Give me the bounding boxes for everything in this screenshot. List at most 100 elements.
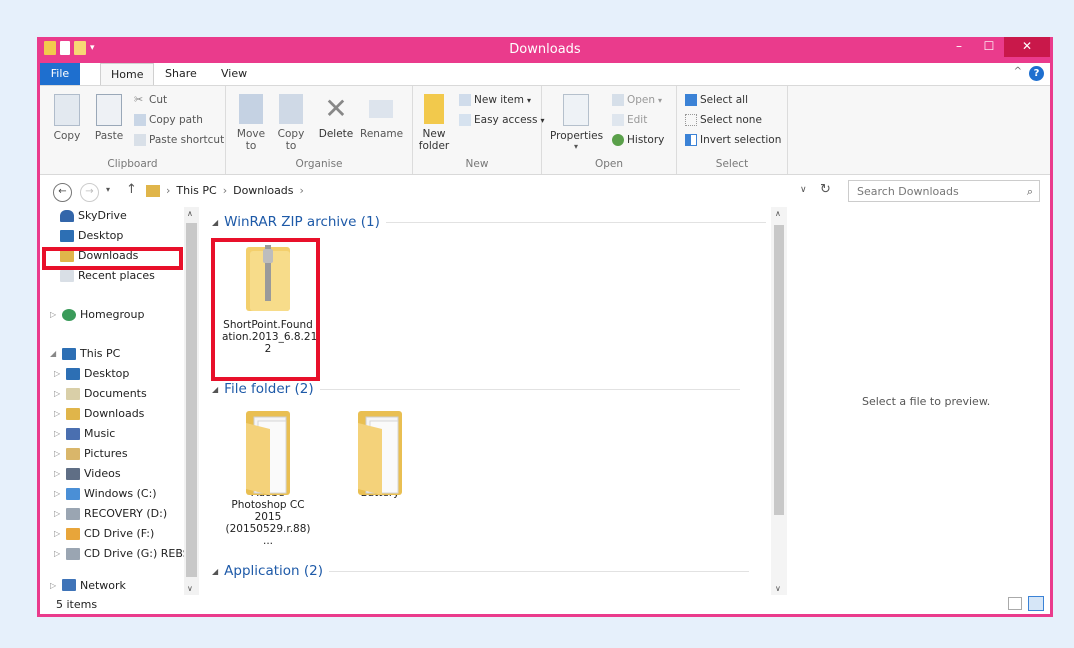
rename-button[interactable]: Rename [360, 94, 403, 140]
properties-button[interactable]: Properties ▾ [550, 94, 603, 151]
collapse-ribbon-icon[interactable]: ^ [1014, 66, 1022, 77]
group-title: File folder (2) [224, 381, 314, 397]
nav-pc-item[interactable]: ▷ CD Drive (F:) [54, 527, 154, 540]
folder-item-photoshop[interactable]: Adobe Photoshop CC 2015 (20150529.r.88) … [222, 407, 314, 547]
content-scroll-thumb[interactable] [774, 225, 784, 515]
drive-folder-icon [66, 447, 80, 460]
folder-item-battery[interactable]: Battery [334, 407, 426, 499]
nav-this-pc[interactable]: ◢ This PC [50, 347, 120, 360]
back-button[interactable]: ← [53, 183, 72, 202]
nav-homegroup[interactable]: ▷ Homegroup [50, 308, 144, 321]
group-header-folder[interactable]: ◢ File folder (2) [212, 381, 740, 397]
group-header-application[interactable]: ◢ Application (2) [212, 563, 750, 579]
nav-pc-item[interactable]: ▷ Windows (C:) [54, 487, 157, 500]
expand-arrow-icon[interactable]: ▷ [54, 549, 62, 558]
close-button[interactable]: ✕ [1004, 37, 1050, 57]
copy-icon [54, 94, 80, 126]
forward-button[interactable]: → [80, 183, 99, 202]
expand-arrow-icon[interactable]: ▷ [50, 581, 58, 590]
easy-access-button[interactable]: Easy access ▾ [459, 114, 545, 126]
expand-arrow-icon[interactable]: ▷ [54, 509, 62, 518]
group-header-zip[interactable]: ◢ WinRAR ZIP archive (1) [212, 214, 766, 230]
minimize-button[interactable]: – [944, 37, 974, 57]
expand-arrow-icon[interactable]: ▷ [54, 409, 62, 418]
nav-label: RECOVERY (D:) [84, 507, 168, 520]
nav-pc-item[interactable]: ▷ Downloads [54, 407, 144, 420]
nav-pc-item[interactable]: ▷ Pictures [54, 447, 128, 460]
group-collapse-icon[interactable]: ◢ [212, 218, 218, 227]
content-scrollbar[interactable]: ∧ ∨ [771, 207, 787, 595]
select-none-button[interactable]: Select none [685, 114, 762, 126]
recent-locations-icon[interactable]: ▾ [106, 185, 110, 194]
group-divider [329, 570, 750, 572]
expand-arrow-icon[interactable]: ▷ [54, 529, 62, 538]
nav-network[interactable]: ▷ Network [50, 579, 126, 591]
select-all-button[interactable]: Select all [685, 94, 748, 106]
group-collapse-icon[interactable]: ◢ [212, 567, 218, 576]
history-button[interactable]: History [612, 134, 664, 146]
address-dropdown-icon[interactable]: ∨ [800, 185, 807, 195]
nav-desktop[interactable]: Desktop [60, 229, 123, 242]
paste-button[interactable]: Paste [92, 94, 126, 142]
tab-home[interactable]: Home [100, 63, 155, 86]
copy-to-button[interactable]: Copy to [276, 94, 306, 152]
expand-arrow-icon[interactable]: ▷ [54, 369, 62, 378]
move-to-label: Move [236, 128, 266, 140]
expand-arrow-icon[interactable]: ▷ [50, 310, 58, 319]
tab-view[interactable]: View [211, 63, 257, 85]
scroll-down-icon[interactable]: ∨ [187, 584, 193, 593]
breadcrumb-downloads[interactable]: Downloads [233, 184, 293, 197]
nav-pc-item[interactable]: ▷ Documents [54, 387, 147, 400]
new-folder-button[interactable]: New folder [417, 94, 451, 152]
scroll-down-icon[interactable]: ∨ [775, 584, 781, 593]
clipboard-group-label: Clipboard [107, 158, 158, 170]
group-collapse-icon[interactable]: ◢ [212, 385, 218, 394]
window-controls: – ☐ ✕ [944, 37, 1050, 57]
tab-file[interactable]: File [40, 63, 80, 85]
move-to-icon [239, 94, 263, 124]
nav-scrollbar[interactable]: ∧ ∨ [184, 207, 199, 595]
new-item-button[interactable]: New item ▾ [459, 94, 531, 106]
nav-pc-item[interactable]: ▷ Music [54, 427, 115, 440]
copy-button[interactable]: Copy [52, 94, 82, 142]
paste-shortcut-button[interactable]: Paste shortcut [134, 134, 224, 146]
help-icon[interactable]: ? [1029, 66, 1044, 81]
maximize-button[interactable]: ☐ [974, 37, 1004, 57]
nav-scroll-thumb[interactable] [186, 223, 197, 577]
tab-share[interactable]: Share [155, 63, 207, 85]
cut-button[interactable]: ✂ Cut [134, 94, 167, 107]
new-folder-icon-large [424, 94, 444, 124]
edit-button[interactable]: Edit [612, 114, 647, 126]
nav-recent-places[interactable]: Recent places [60, 269, 155, 282]
expand-arrow-icon[interactable]: ▷ [54, 389, 62, 398]
expand-arrow-icon[interactable]: ▷ [54, 489, 62, 498]
nav-skydrive[interactable]: SkyDrive [60, 209, 127, 222]
search-input[interactable]: Search Downloads ⌕ [848, 180, 1040, 202]
expand-arrow-icon[interactable]: ▷ [54, 429, 62, 438]
large-icons-view-icon[interactable] [1028, 596, 1044, 611]
nav-pc-item[interactable]: ▷ RECOVERY (D:) [54, 507, 167, 520]
expand-arrow-icon[interactable]: ▷ [54, 449, 62, 458]
drive-folder-icon [66, 547, 80, 560]
nav-label: Desktop [78, 229, 124, 242]
ribbon: Copy Paste ✂ Cut Copy path Paste shortcu… [40, 85, 1050, 175]
details-view-icon[interactable] [1008, 597, 1022, 610]
up-button[interactable]: ↑ [126, 182, 137, 197]
refresh-icon[interactable]: ↻ [820, 182, 831, 197]
delete-button[interactable]: ✕ Delete [318, 94, 354, 141]
invert-selection-button[interactable]: Invert selection [685, 134, 781, 146]
scroll-up-icon[interactable]: ∧ [187, 209, 193, 218]
open-button[interactable]: Open ▾ [612, 94, 662, 106]
nav-pc-item[interactable]: ▷ Desktop [54, 367, 129, 380]
scroll-up-icon[interactable]: ∧ [775, 209, 781, 218]
nav-pc-item[interactable]: ▷ CD Drive (G:) REBS [54, 547, 190, 560]
copy-path-button[interactable]: Copy path [134, 114, 203, 126]
group-title: WinRAR ZIP archive (1) [224, 214, 380, 230]
breadcrumb-this-pc[interactable]: This PC [176, 184, 216, 197]
expand-arrow-icon[interactable]: ▷ [54, 469, 62, 478]
nav-label: Network [80, 579, 126, 591]
breadcrumb[interactable]: › This PC › Downloads › [146, 184, 304, 197]
nav-pc-item[interactable]: ▷ Videos [54, 467, 121, 480]
move-to-button[interactable]: Move to [236, 94, 266, 152]
collapse-arrow-icon[interactable]: ◢ [50, 349, 58, 358]
